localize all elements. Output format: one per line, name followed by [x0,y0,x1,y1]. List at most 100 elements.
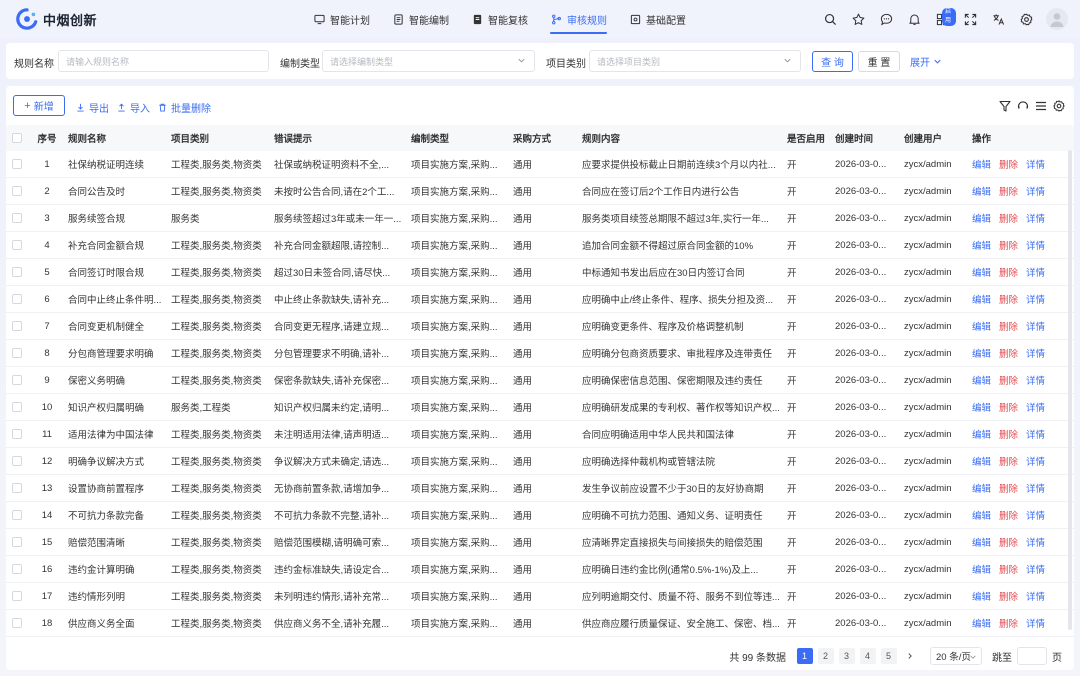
star-icon[interactable] [844,5,872,33]
delete-link[interactable]: 删除 [999,319,1018,333]
edit-link[interactable]: 编辑 [972,616,991,630]
detail-link[interactable]: 详情 [1026,319,1045,333]
jump-page-input[interactable] [1017,647,1047,665]
row-checkbox[interactable] [12,610,26,636]
nav-item-review[interactable]: 智能复核 [460,0,539,38]
filter-icon[interactable] [996,98,1014,114]
table-row[interactable]: 8 分包商管理要求明确 工程类,服务类,物资类 分包管理要求不明确,请补... 项目实施… [6,340,1074,367]
batch-delete-button[interactable]: 批量删除 [158,100,211,115]
next-page-button[interactable] [901,648,918,664]
table-row[interactable]: 2 合同公告及时 工程类,服务类,物资类 未按时公告合同,请在2个工... 项目实施方案… [6,178,1074,205]
page-button[interactable]: 3 [838,648,855,664]
detail-link[interactable]: 详情 [1026,238,1045,252]
delete-link[interactable]: 删除 [999,346,1018,360]
table-row[interactable]: 14 不可抗力条款完备 工程类,服务类,物资类 不可抗力条款不完整,请补... 项目实施… [6,502,1074,529]
edit-link[interactable]: 编辑 [972,373,991,387]
row-checkbox[interactable] [12,259,26,285]
delete-link[interactable]: 删除 [999,373,1018,387]
table-row[interactable]: 4 补充合同金额合规 工程类,服务类,物资类 补充合同金额超限,请控制... 项目实施方… [6,232,1074,259]
app-logo[interactable]: 中烟创新 [16,8,97,30]
page-button[interactable]: 1 [796,648,813,664]
detail-link[interactable]: 详情 [1026,400,1045,414]
edit-link[interactable]: 编辑 [972,562,991,576]
delete-link[interactable]: 删除 [999,211,1018,225]
delete-link[interactable]: 删除 [999,454,1018,468]
edit-link[interactable]: 编辑 [972,508,991,522]
nav-item-plan[interactable]: 智能计划 [302,0,381,38]
edit-link[interactable]: 编辑 [972,427,991,441]
row-checkbox[interactable] [12,151,26,177]
import-button[interactable]: 导入 [117,100,150,115]
row-checkbox[interactable] [12,448,26,474]
detail-link[interactable]: 详情 [1026,184,1045,198]
detail-link[interactable]: 详情 [1026,616,1045,630]
row-checkbox[interactable] [12,394,26,420]
row-checkbox[interactable] [12,340,26,366]
translate-icon[interactable] [984,5,1012,33]
page-button[interactable]: 5 [880,648,897,664]
row-checkbox[interactable] [12,367,26,393]
fullscreen-icon[interactable] [956,5,984,33]
edit-link[interactable]: 编辑 [972,292,991,306]
row-checkbox[interactable] [12,178,26,204]
density-icon[interactable] [1032,98,1050,114]
delete-link[interactable]: 删除 [999,562,1018,576]
edit-link[interactable]: 编辑 [972,265,991,279]
delete-link[interactable]: 删除 [999,400,1018,414]
bell-icon[interactable] [900,5,928,33]
table-row[interactable]: 12 明确争议解决方式 工程类,服务类,物资类 争议解决方式未确定,请选... 项目实施… [6,448,1074,475]
edit-link[interactable]: 编辑 [972,589,991,603]
table-row[interactable]: 18 供应商义务全面 工程类,服务类,物资类 供应商义务不全,请补充履... 项目实施方… [6,610,1074,637]
column-settings-icon[interactable] [1050,98,1068,114]
edit-link[interactable]: 编辑 [972,346,991,360]
edit-link[interactable]: 编辑 [972,481,991,495]
row-checkbox[interactable] [12,529,26,555]
delete-link[interactable]: 删除 [999,481,1018,495]
edit-link[interactable]: 编辑 [972,319,991,333]
edit-link[interactable]: 编辑 [972,400,991,414]
row-checkbox[interactable] [12,556,26,582]
rule-name-input[interactable]: 请输入规则名称 [58,50,269,72]
table-row[interactable]: 9 保密义务明确 工程类,服务类,物资类 保密条款缺失,请补充保密... 项目实施方案,… [6,367,1074,394]
detail-link[interactable]: 详情 [1026,427,1045,441]
nav-item-audit-rules[interactable]: 审核规则 [539,0,618,38]
edit-link[interactable]: 编辑 [972,157,991,171]
delete-link[interactable]: 删除 [999,238,1018,252]
row-checkbox[interactable] [12,205,26,231]
refresh-icon[interactable] [1014,98,1032,114]
detail-link[interactable]: 详情 [1026,157,1045,171]
row-checkbox[interactable] [12,286,26,312]
add-button[interactable]: + 新增 [13,95,65,116]
chat-icon[interactable] [872,5,900,33]
edit-link[interactable]: 编辑 [972,211,991,225]
edit-link[interactable]: 编辑 [972,535,991,549]
gear-icon[interactable] [1012,5,1040,33]
detail-link[interactable]: 详情 [1026,562,1045,576]
detail-link[interactable]: 详情 [1026,508,1045,522]
delete-link[interactable]: 删除 [999,292,1018,306]
page-size-select[interactable]: 20 条/页 [930,647,982,665]
row-checkbox[interactable] [12,502,26,528]
detail-link[interactable]: 详情 [1026,265,1045,279]
table-row[interactable]: 13 设置协商前置程序 工程类,服务类,物资类 无协商前置条款,请增加争... 项目实施… [6,475,1074,502]
project-type-select[interactable]: 请选择项目类别 [589,50,801,72]
row-checkbox[interactable] [12,421,26,447]
reset-button[interactable]: 重 置 [858,51,900,72]
table-row[interactable]: 3 服务续签合规 服务类 服务续签超过3年或未一年一... 项目实施方案,采购... 通用… [6,205,1074,232]
row-checkbox[interactable] [12,475,26,501]
table-scrollbar[interactable] [1068,150,1072,630]
table-row[interactable]: 6 合同中止终止条件明... 工程类,服务类,物资类 中止终止条款缺失,请补充... 项… [6,286,1074,313]
edit-type-select[interactable]: 请选择编制类型 [322,50,535,72]
row-checkbox[interactable] [12,232,26,258]
page-button[interactable]: 2 [817,648,834,664]
delete-link[interactable]: 删除 [999,535,1018,549]
user-avatar[interactable] [1046,8,1068,30]
table-row[interactable]: 15 赔偿范围清晰 工程类,服务类,物资类 赔偿范围模糊,请明确可索... 项目实施方案… [6,529,1074,556]
detail-link[interactable]: 详情 [1026,535,1045,549]
delete-link[interactable]: 删除 [999,184,1018,198]
nav-item-compile[interactable]: 智能编制 [381,0,460,38]
table-row[interactable]: 16 违约金计算明确 工程类,服务类,物资类 违约金标准缺失,请设定合... 项目实施方… [6,556,1074,583]
detail-link[interactable]: 详情 [1026,292,1045,306]
delete-link[interactable]: 删除 [999,508,1018,522]
export-button[interactable]: 导出 [76,100,109,115]
